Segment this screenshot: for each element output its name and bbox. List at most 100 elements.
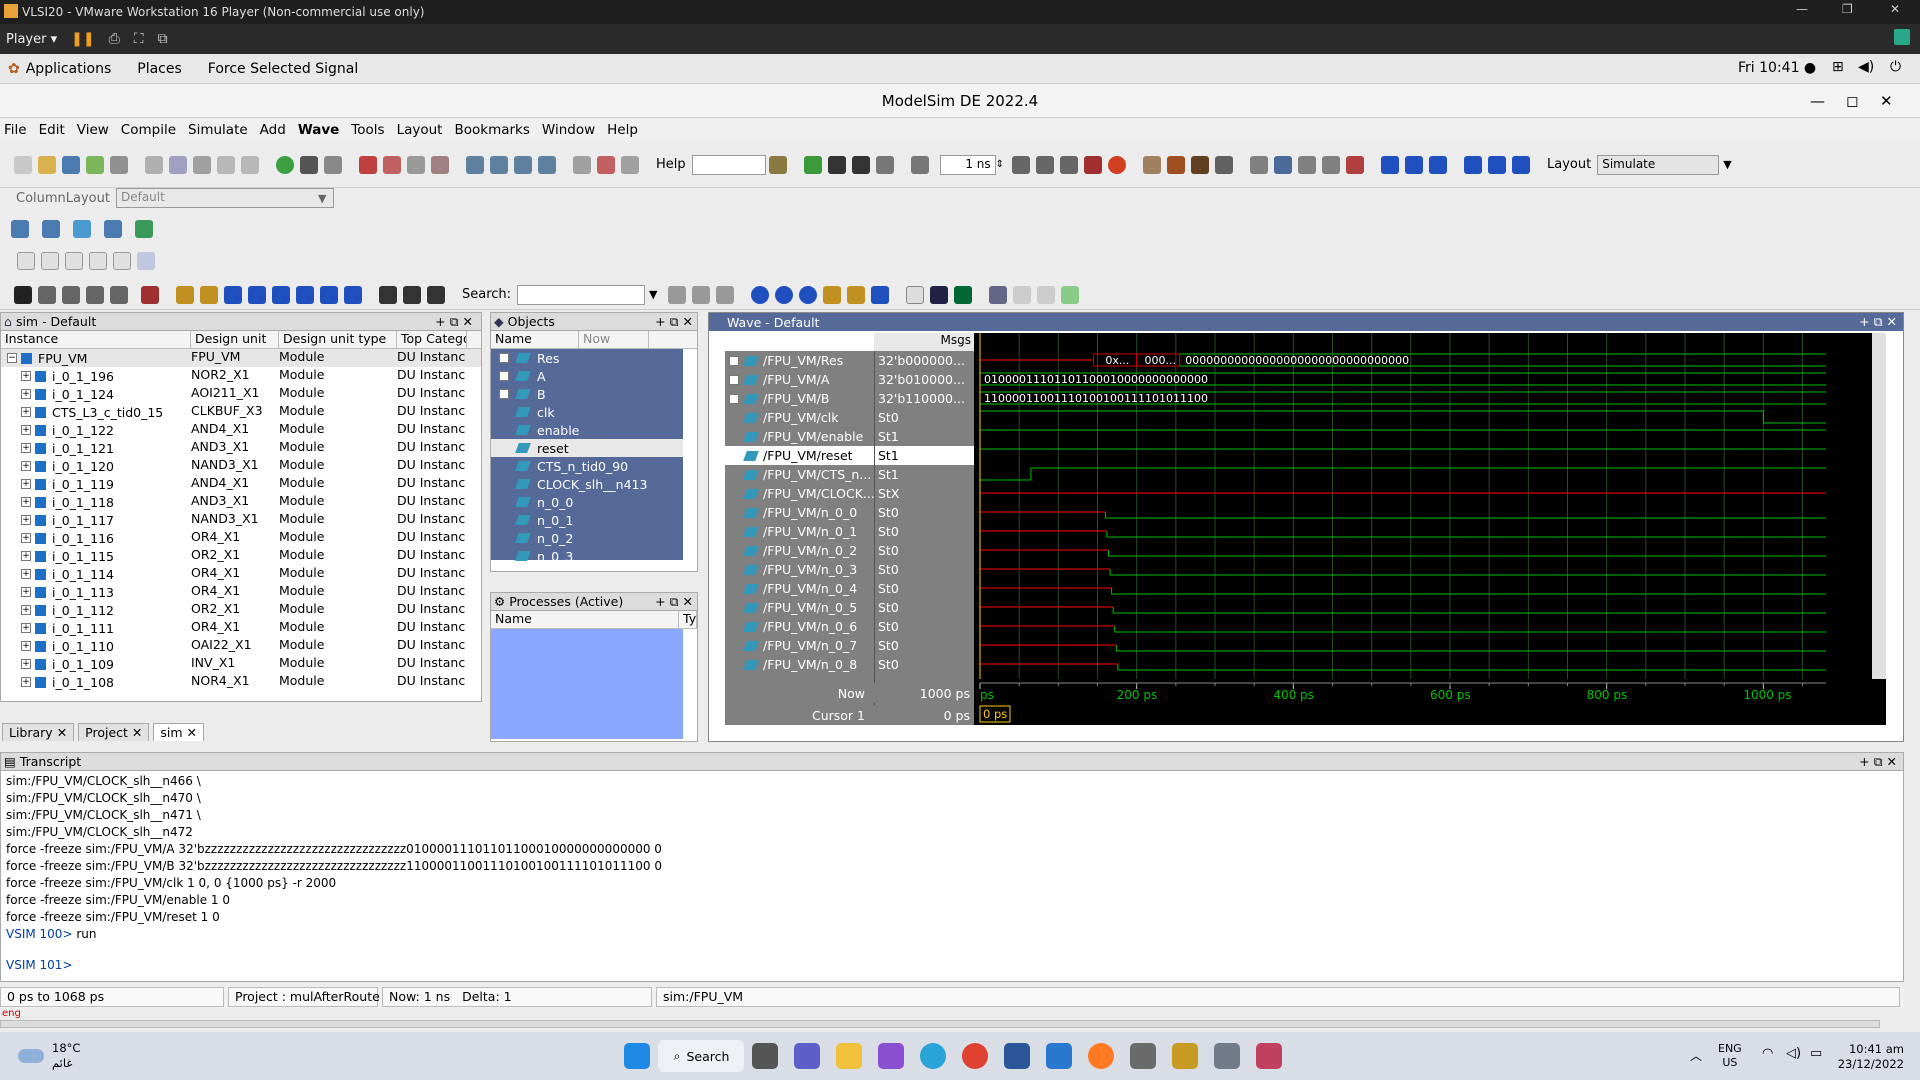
menu-add[interactable]: Add xyxy=(260,122,286,138)
object-item[interactable]: clk xyxy=(491,403,683,421)
sim-tree-row[interactable]: + i_0_1_122 AND4_X1 Module DU Instanc xyxy=(1,421,481,439)
simulate-icon[interactable] xyxy=(514,155,532,174)
col-instance[interactable]: Instance xyxy=(1,331,191,348)
snipping-tool-icon[interactable] xyxy=(1256,1043,1283,1069)
assert-icon[interactable] xyxy=(1322,155,1341,174)
expand-toggle-icon[interactable]: − xyxy=(7,353,17,363)
step-icon[interactable] xyxy=(407,155,425,174)
word-icon[interactable] xyxy=(1004,1043,1031,1069)
weather-widget[interactable]: 18°C غائم xyxy=(52,1041,80,1071)
sim-tree-row[interactable]: − FPU_VM FPU_VM Module DU Instanc xyxy=(1,349,481,367)
find-next-icon[interactable] xyxy=(403,285,421,304)
sim-tree-row[interactable]: + i_0_1_118 AND3_X1 Module DU Instanc xyxy=(1,493,481,511)
sim-tree-row[interactable]: + i_0_1_110 OAI22_X1 Module DU Instanc xyxy=(1,637,481,655)
processes-col-type[interactable]: Ty xyxy=(679,611,697,628)
expand-toggle-icon[interactable]: + xyxy=(21,425,31,435)
object-item[interactable]: + A xyxy=(491,367,683,385)
pause-icon[interactable]: ❚❚ xyxy=(71,31,94,47)
profile-icon[interactable] xyxy=(1250,155,1269,174)
wave-highlight-icon[interactable] xyxy=(953,285,972,304)
expand-toggle-icon[interactable]: + xyxy=(21,659,31,669)
zoom-out-icon[interactable] xyxy=(774,285,793,304)
mode-2-icon[interactable] xyxy=(41,252,59,270)
run-icon[interactable] xyxy=(1012,155,1031,174)
save-icon[interactable] xyxy=(62,155,80,174)
expand-toggle-icon[interactable]: + xyxy=(499,389,509,399)
sim-tree-row[interactable]: + CTS_L3_c_tid0_15 CLKBUF_X3 Module DU Insta… xyxy=(1,403,481,421)
col-top-category[interactable]: Top Catego xyxy=(397,331,467,348)
mode-1-icon[interactable] xyxy=(17,252,35,270)
compile-all-icon[interactable] xyxy=(490,155,508,174)
vmware-icon[interactable] xyxy=(1172,1043,1199,1069)
zoom-full-icon[interactable] xyxy=(798,285,817,304)
object-item[interactable]: n_0_0 xyxy=(491,493,683,511)
object-item[interactable]: CTS_n_tid0_90 xyxy=(491,457,683,475)
wave-edge-icon[interactable] xyxy=(1060,285,1079,304)
menu-file[interactable]: File xyxy=(4,122,27,138)
wave-combine-icon[interactable] xyxy=(135,220,153,238)
collapse-icon[interactable] xyxy=(324,155,342,174)
delete-icon[interactable] xyxy=(597,155,615,174)
sim-tree-row[interactable]: + i_0_1_116 OR4_X1 Module DU Instanc xyxy=(1,529,481,547)
wave-signal-name[interactable]: +/FPU_VM/A xyxy=(725,370,877,389)
stop-wave-icon[interactable] xyxy=(141,285,159,304)
find-icon[interactable] xyxy=(300,155,318,174)
transcript-controls-icon[interactable]: + ⧉ ✕ xyxy=(1859,754,1897,770)
objects-col-now[interactable]: Now xyxy=(579,331,649,348)
visual-studio-icon[interactable] xyxy=(878,1043,905,1069)
sim-tree-row[interactable]: + i_0_1_119 AND4_X1 Module DU Instanc xyxy=(1,475,481,493)
places-menu[interactable]: Places xyxy=(137,61,182,77)
cut-icon[interactable] xyxy=(145,155,163,174)
ms-maximize-icon[interactable]: ◻ xyxy=(1846,84,1858,118)
power-icon[interactable]: ⏻ xyxy=(1890,59,1901,75)
expand-toggle-icon[interactable]: + xyxy=(21,677,31,687)
wave-shade-icon[interactable] xyxy=(988,285,1007,304)
stop-icon[interactable] xyxy=(431,155,449,174)
step-into-icon[interactable] xyxy=(1143,155,1162,174)
help-input[interactable] xyxy=(691,154,766,175)
stop-sim-icon[interactable] xyxy=(1108,155,1127,174)
close-icon[interactable]: ✕ xyxy=(1890,2,1900,16)
expand-toggle-icon[interactable]: + xyxy=(21,497,31,507)
layout-dropdown-icon[interactable]: ▼ xyxy=(1723,158,1731,171)
expand-toggle-icon[interactable]: + xyxy=(21,461,31,471)
expand-toggle-icon[interactable]: + xyxy=(21,569,31,579)
horizontal-scrollbar[interactable] xyxy=(0,1020,1880,1028)
expand-icon[interactable] xyxy=(427,285,445,304)
sim-tree-row[interactable]: + i_0_1_112 OR2_X1 Module DU Instanc xyxy=(1,601,481,619)
wave-signal-name[interactable]: /FPU_VM/n_0_4 xyxy=(725,579,877,598)
tray-chevron-icon[interactable]: ︿ xyxy=(1690,1047,1702,1064)
applications-menu[interactable]: Applications xyxy=(26,61,112,77)
terminal-icon[interactable] xyxy=(1130,1043,1157,1069)
menu-edit[interactable]: Edit xyxy=(39,122,65,138)
battery-icon[interactable]: ▭ xyxy=(1810,1046,1822,1061)
taskbar-search[interactable]: ⌕ Search xyxy=(658,1040,745,1072)
file-explorer-icon[interactable] xyxy=(836,1043,863,1069)
tab-project[interactable]: Project ✕ xyxy=(78,723,150,741)
zoom-last-icon[interactable] xyxy=(870,285,889,304)
menu-layout[interactable]: Layout xyxy=(397,122,443,138)
tab-sim[interactable]: sim ✕ xyxy=(153,723,205,741)
maximize-icon[interactable]: ❐ xyxy=(1842,2,1853,16)
expand-toggle-icon[interactable]: + xyxy=(21,641,31,651)
search-prev-icon[interactable] xyxy=(667,285,686,304)
goto-curve-icon[interactable] xyxy=(1488,155,1507,174)
run-length-spinner[interactable]: ⇕ xyxy=(996,159,1004,170)
col-design-unit[interactable]: Design unit xyxy=(191,331,279,348)
expand-toggle-icon[interactable]: + xyxy=(21,605,31,615)
menu-wave[interactable]: Wave xyxy=(298,122,339,138)
cursor-label[interactable]: Cursor 1 xyxy=(725,708,865,723)
wave-controls-icon[interactable]: + ⧉ ✕ xyxy=(1859,314,1897,330)
expand-toggle-icon[interactable]: + xyxy=(729,355,739,366)
wave-group-icon[interactable] xyxy=(73,220,91,238)
expand-toggle-icon[interactable]: + xyxy=(21,587,31,597)
weather-icon[interactable] xyxy=(18,1049,44,1063)
step-down-icon[interactable] xyxy=(1381,155,1400,174)
expand-toggle-icon[interactable]: + xyxy=(729,374,739,385)
object-item[interactable]: n_0_2 xyxy=(491,529,683,547)
menu-window[interactable]: Window xyxy=(542,122,595,138)
start-icon[interactable] xyxy=(624,1043,651,1069)
mode-box-icon[interactable] xyxy=(89,252,107,270)
copy-icon[interactable] xyxy=(169,155,187,174)
wave-signal-name[interactable]: /FPU_VM/n_0_0 xyxy=(725,503,877,522)
